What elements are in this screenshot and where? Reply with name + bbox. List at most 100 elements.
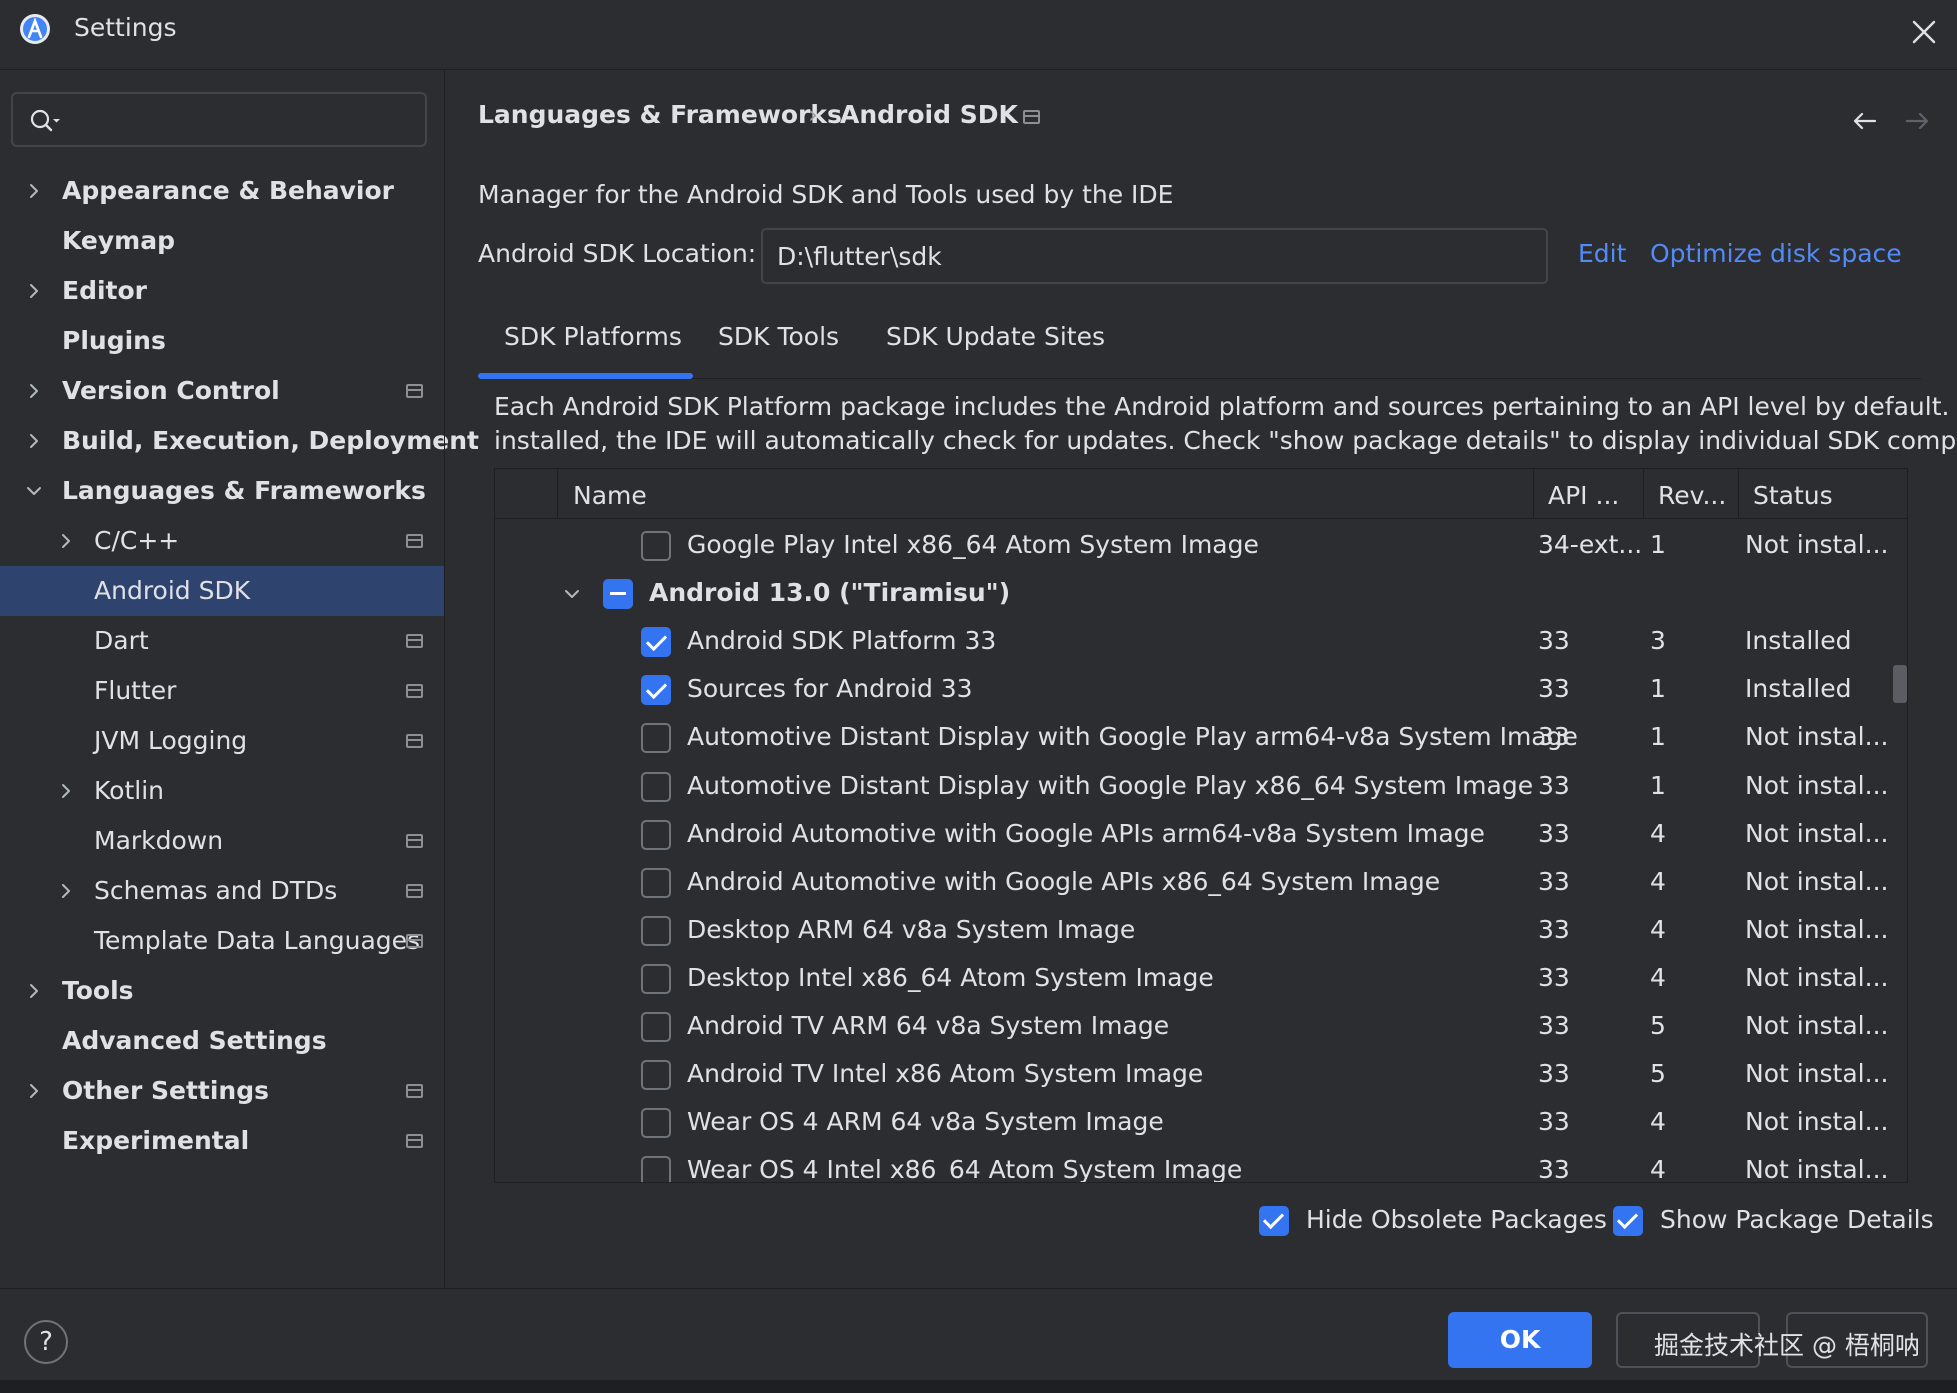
column-header-name[interactable]: Name (573, 481, 647, 510)
table-row[interactable]: Wear OS 4 Intel x86_64 Atom System Image… (495, 1146, 1907, 1183)
sidebar-item-kotlin[interactable]: Kotlin (0, 766, 444, 816)
sidebar-item-experimental[interactable]: Experimental (0, 1116, 444, 1166)
forward-arrow-icon[interactable] (1902, 106, 1932, 136)
package-checkbox[interactable] (641, 723, 671, 754)
sidebar-item-advanced-settings[interactable]: Advanced Settings (0, 1016, 444, 1066)
chevron-right-icon[interactable] (24, 381, 44, 401)
search-input[interactable] (73, 100, 413, 140)
sidebar-item-dart[interactable]: Dart (0, 616, 444, 666)
breadcrumb-separator: › (808, 100, 818, 129)
sidebar-item-markdown[interactable]: Markdown (0, 816, 444, 866)
settings-search-box[interactable] (11, 92, 427, 147)
chevron-right-icon[interactable] (56, 781, 76, 801)
table-row[interactable]: Android TV ARM 64 v8a System Image 33 5 Not… (495, 1002, 1907, 1050)
help-button[interactable]: ? (24, 1320, 68, 1364)
project-level-icon (406, 1134, 423, 1148)
package-checkbox[interactable] (641, 1060, 671, 1091)
table-row[interactable]: Android SDK Platform 33 33 3 Installed (495, 617, 1907, 665)
tab-sdk-tools[interactable]: SDK Tools (718, 322, 839, 351)
column-header-api[interactable]: API ... (1548, 481, 1619, 510)
table-scrollbar-thumb[interactable] (1893, 665, 1907, 703)
sidebar-item-android-sdk[interactable]: Android SDK (0, 566, 444, 616)
package-checkbox[interactable] (641, 819, 671, 850)
chevron-right-icon[interactable] (24, 981, 44, 1001)
install-status: Not instal... (1745, 914, 1889, 944)
sidebar-item-other-settings[interactable]: Other Settings (0, 1066, 444, 1116)
optimize-disk-space-link[interactable]: Optimize disk space (1650, 239, 1902, 268)
sdk-packages-table[interactable]: Name API ... Rev... Status Google Play I… (494, 468, 1908, 1183)
sidebar-item-editor[interactable]: Editor (0, 266, 444, 316)
revision: 4 (1650, 866, 1666, 896)
sidebar-item-template-data-languages[interactable]: Template Data Languages (0, 916, 444, 966)
table-row[interactable]: Desktop Intel x86_64 Atom System Image 33… (495, 954, 1907, 1002)
revision: 4 (1650, 1155, 1666, 1183)
package-checkbox[interactable] (641, 1156, 671, 1182)
package-checkbox[interactable] (641, 771, 671, 802)
sidebar-item-keymap[interactable]: Keymap (0, 216, 444, 266)
project-level-icon (406, 684, 423, 698)
api-level: 33 (1538, 626, 1570, 656)
sidebar-item-languages-frameworks[interactable]: Languages & Frameworks (0, 466, 444, 516)
sidebar-item-label: Plugins (62, 326, 166, 355)
sidebar-item-label: Editor (62, 276, 147, 305)
hide-obsolete-packages-checkbox[interactable] (1259, 1206, 1289, 1236)
sdk-location-input[interactable] (777, 238, 1517, 274)
package-checkbox[interactable] (641, 1108, 671, 1139)
chevron-down-icon[interactable] (24, 481, 44, 501)
table-row[interactable]: Wear OS 4 ARM 64 v8a System Image 33 4 Not … (495, 1098, 1907, 1146)
revision: 1 (1650, 722, 1666, 752)
install-status: Installed (1745, 626, 1852, 656)
chevron-right-icon[interactable] (24, 281, 44, 301)
project-level-icon (406, 1084, 423, 1098)
table-row[interactable]: Android TV Intel x86 Atom System Image 33… (495, 1050, 1907, 1098)
tab-sdk-platforms[interactable]: SDK Platforms (504, 322, 682, 351)
breadcrumb-parent[interactable]: Languages & Frameworks (478, 100, 842, 129)
sidebar-item-label: Languages & Frameworks (62, 476, 426, 505)
ok-button[interactable]: OK (1448, 1312, 1592, 1368)
group-checkbox[interactable] (603, 579, 633, 610)
back-arrow-icon[interactable] (1850, 106, 1880, 136)
package-checkbox[interactable] (641, 531, 671, 561)
edit-link[interactable]: Edit (1578, 239, 1626, 268)
chevron-right-icon[interactable] (56, 531, 76, 551)
table-row[interactable]: Android Automotive with Google APIs arm6… (495, 810, 1907, 858)
sidebar-item-plugins[interactable]: Plugins (0, 316, 444, 366)
table-row[interactable]: Google Play Intel x86_64 Atom System Ima… (495, 521, 1907, 569)
table-row[interactable]: Automotive Distant Display with Google P… (495, 713, 1907, 761)
table-row[interactable]: Automotive Distant Display with Google P… (495, 762, 1907, 810)
table-row[interactable]: Android Automotive with Google APIs x86_… (495, 858, 1907, 906)
panel-description-line-1: Each Android SDK Platform package includ… (494, 392, 1957, 421)
close-icon[interactable] (1906, 14, 1942, 50)
sidebar-item-version-control[interactable]: Version Control (0, 366, 444, 416)
sidebar-item-flutter[interactable]: Flutter (0, 666, 444, 716)
column-header-rev[interactable]: Rev... (1658, 481, 1726, 510)
package-checkbox[interactable] (641, 627, 671, 658)
show-package-details-label[interactable]: Show Package Details (1660, 1205, 1934, 1234)
package-checkbox[interactable] (641, 963, 671, 994)
sidebar-item-build-execution-deployment[interactable]: Build, Execution, Deployment (0, 416, 479, 466)
tab-sdk-update-sites[interactable]: SDK Update Sites (886, 322, 1105, 351)
chevron-right-icon[interactable] (24, 181, 44, 201)
table-row[interactable]: Desktop ARM 64 v8a System Image 33 4 Not in… (495, 906, 1907, 954)
table-group-row[interactable]: Android 13.0 ("Tiramisu") (495, 569, 1907, 617)
sdk-location-field[interactable] (761, 228, 1548, 284)
column-header-status[interactable]: Status (1753, 481, 1833, 510)
sidebar-item-tools[interactable]: Tools (0, 966, 444, 1016)
package-checkbox[interactable] (641, 675, 671, 706)
table-row[interactable]: Sources for Android 33 33 1 Installed (495, 665, 1907, 713)
show-package-details-checkbox[interactable] (1613, 1206, 1643, 1236)
package-checkbox[interactable] (641, 1012, 671, 1042)
hide-obsolete-packages-label[interactable]: Hide Obsolete Packages (1306, 1205, 1607, 1234)
chevron-right-icon[interactable] (24, 431, 44, 451)
package-name: Google Play Intel x86_64 Atom System Ima… (687, 530, 1259, 559)
chevron-right-icon[interactable] (56, 881, 76, 901)
sidebar-item-appearance-behavior[interactable]: Appearance & Behavior (0, 166, 444, 216)
sidebar-item-jvm-logging[interactable]: JVM Logging (0, 716, 444, 766)
sidebar-item-c-c[interactable]: C/C++ (0, 516, 444, 566)
sidebar-item-schemas-and-dtds[interactable]: Schemas and DTDs (0, 866, 444, 916)
chevron-down-icon[interactable] (561, 583, 583, 605)
chevron-right-icon[interactable] (24, 1081, 44, 1101)
package-checkbox[interactable] (641, 867, 671, 898)
revision: 1 (1650, 674, 1666, 704)
package-checkbox[interactable] (641, 915, 671, 946)
